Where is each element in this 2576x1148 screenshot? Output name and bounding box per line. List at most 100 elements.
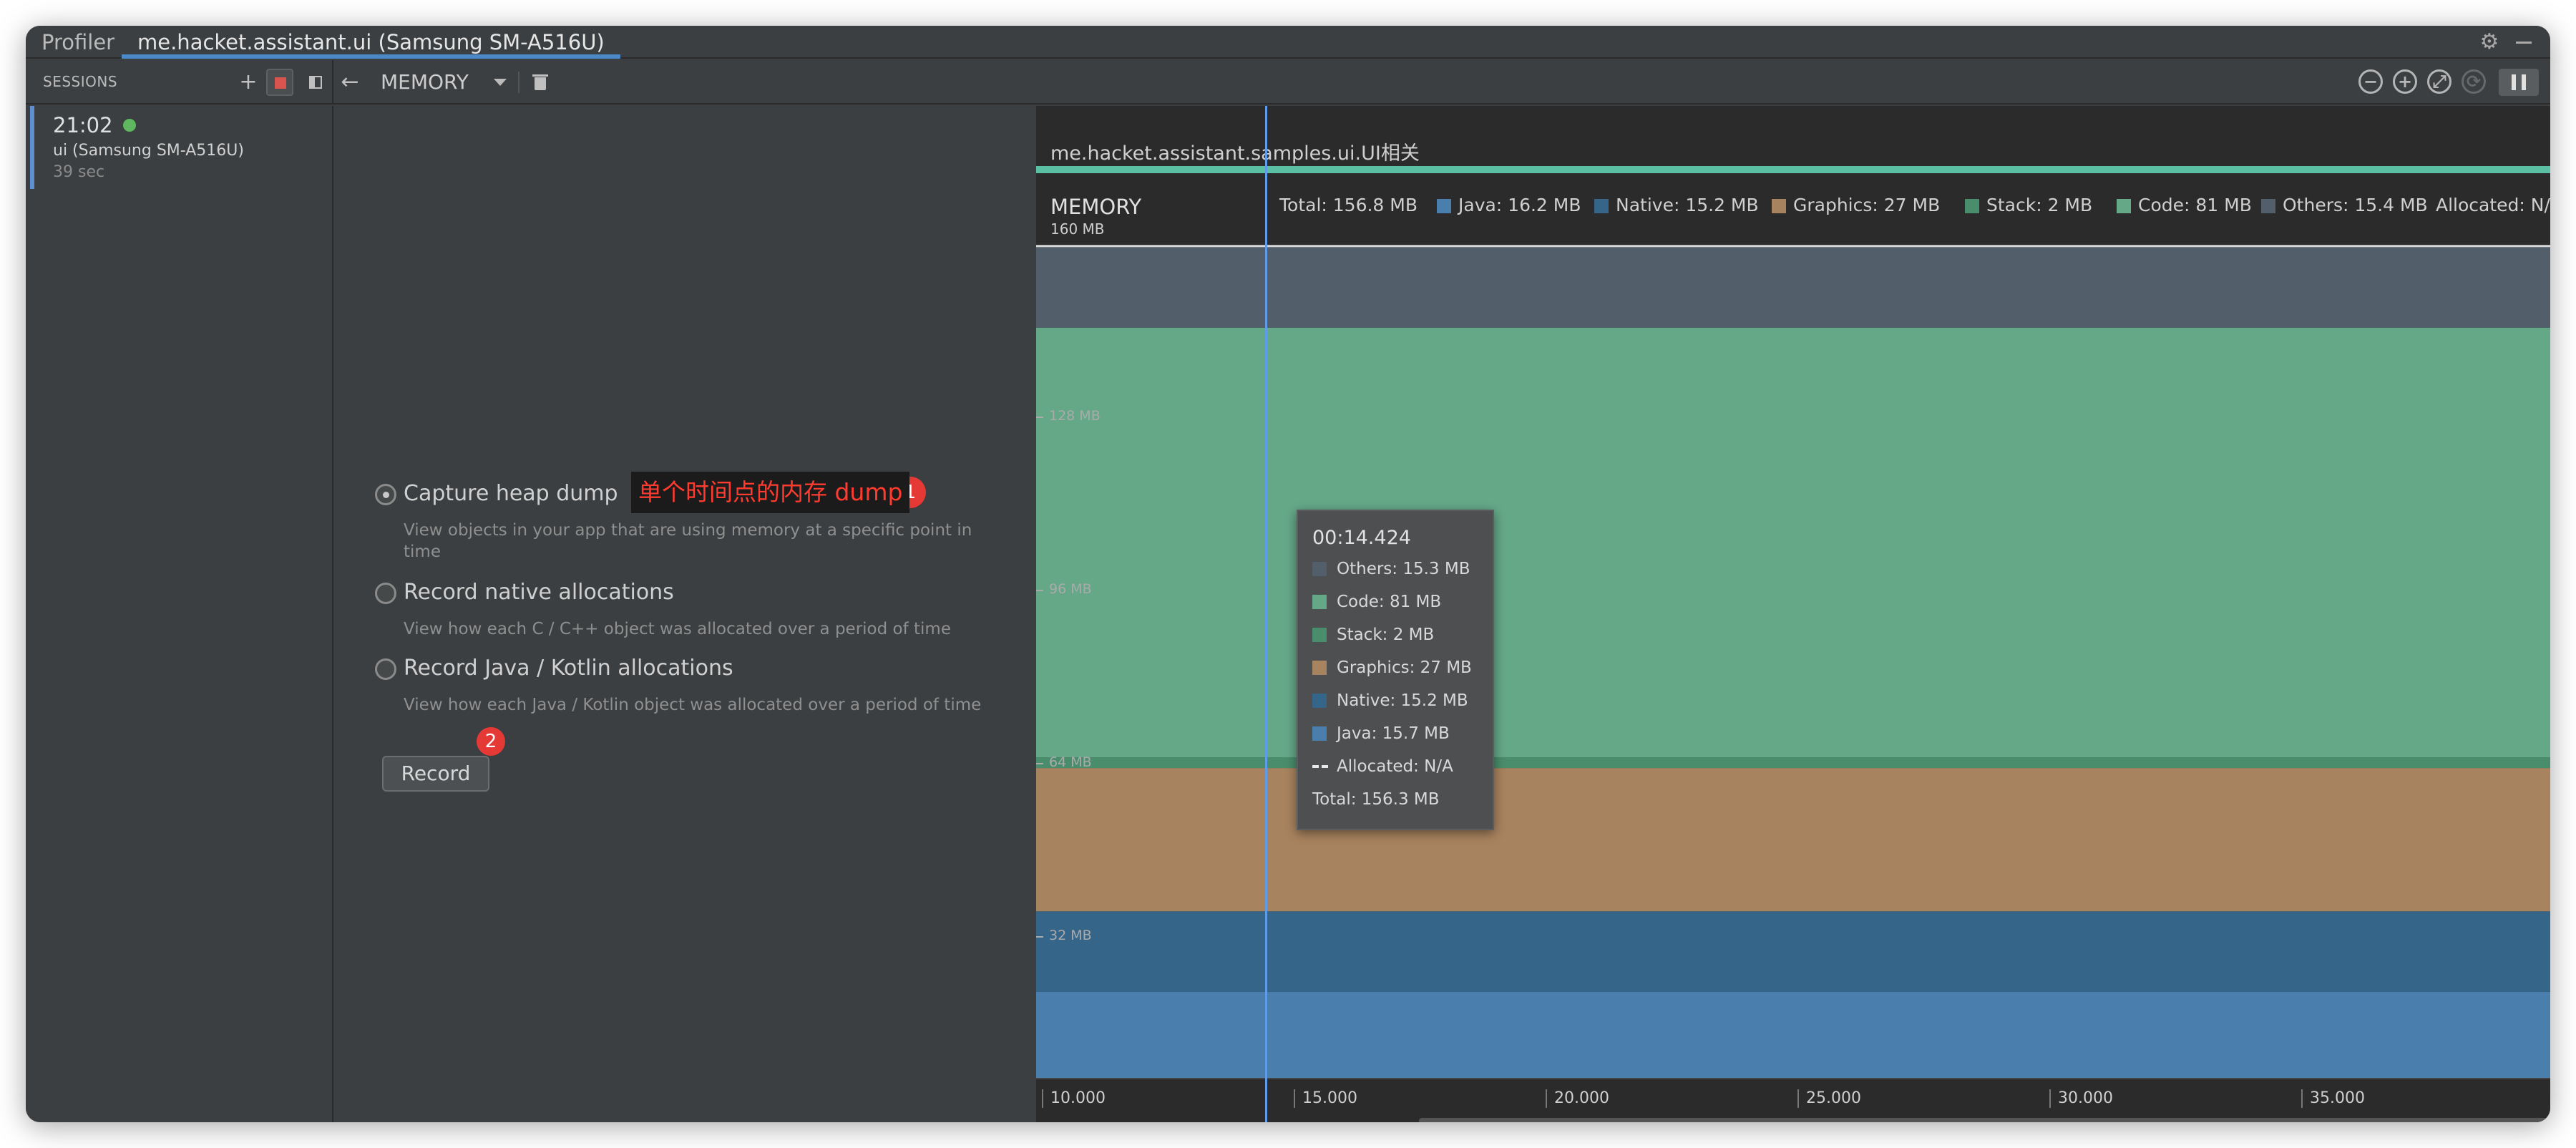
area-java [1036,991,2550,1078]
title-bar: Profiler me.hacket.assistant.ui (Samsung… [26,26,2550,59]
record-button[interactable]: Record [382,756,489,792]
stack-swatch [1312,628,1327,642]
area-stack [1036,757,2550,769]
java-swatch [1312,726,1327,741]
x-tick-label: 30.000 [2049,1089,2113,1108]
tooltip-code: Code: 81 MB [1312,593,1441,611]
option-title[interactable]: Record native allocations [404,580,674,605]
dashed-line-icon [1312,759,1328,774]
memory-chart[interactable] [1036,229,2550,1078]
session-duration: 39 sec [53,163,105,181]
activity-track [1036,166,2550,173]
minimize-icon[interactable] [2512,30,2536,54]
back-arrow-icon[interactable]: ← [336,69,364,96]
capture-heap-dump-radio[interactable] [375,484,396,505]
legend-native: Native: 15.2 MB [1594,195,1759,215]
others-swatch [1312,562,1327,576]
tooltip-code-label: Code: 81 MB [1337,593,1442,611]
toolbar: SESSIONS + ← MEMORY − + ⤢ ⟳ [26,60,2550,104]
option-desc: View how each Java / Kotlin object was a… [404,696,982,714]
memory-label: MEMORY [1050,195,1142,219]
y-tick-label: 32 MB [1036,928,1092,943]
sessions-label: SESSIONS [43,73,118,90]
toolbar-separator [518,72,519,93]
horizontal-scrollbar[interactable] [1419,1118,2550,1122]
tooltip-time: 00:14.424 [1312,527,1411,549]
record-native-allocations-radio[interactable] [375,583,396,604]
sessions-sidebar: 21:02 ui (Samsung SM-A516U) 39 sec [26,106,333,1122]
reset-zoom-icon[interactable]: ⤢ [2427,69,2451,94]
record-java-kotlin-allocations-radio[interactable] [375,658,396,680]
legend-others: Others: 15.4 MB [2261,195,2428,215]
legend-code: Code: 81 MB [2117,195,2252,215]
area-native [1036,911,2550,992]
option-desc: View how each C / C++ object was allocat… [404,620,951,638]
tooltip-allocated: Allocated: N/A [1312,757,1453,776]
monitor-select[interactable]: MEMORY [381,70,469,94]
tooltip-graphics: Graphics: 27 MB [1312,658,1472,677]
legend-allocated: Allocated: N/A [2436,195,2550,215]
legend-java: Java: 16.2 MB [1437,195,1581,215]
annotation-badge-2: 2 [477,727,505,756]
stack-swatch [1965,199,1979,213]
option-desc: View objects in your app that are using … [404,521,972,561]
y-tick-label: 64 MB [1036,754,1092,770]
x-tick-label: 25.000 [1797,1089,1861,1108]
graphics-swatch [1312,661,1327,675]
zoom-in-icon[interactable]: + [2393,69,2417,94]
tooltip-stack-label: Stack: 2 MB [1337,626,1435,644]
x-tick-label: 35.000 [2301,1089,2365,1108]
option-title[interactable]: Record Java / Kotlin allocations [404,656,733,681]
area-graphics [1036,768,2550,912]
tooltip-java: Java: 15.7 MB [1312,724,1450,743]
legend-native-label: Native: 15.2 MB [1616,195,1759,215]
x-tick-label: 10.000 [1042,1089,1106,1108]
gear-icon[interactable]: ⚙ [2477,30,2502,54]
chevron-down-icon[interactable] [494,79,507,86]
tooltip-native: Native: 15.2 MB [1312,691,1468,710]
tooltip-native-label: Native: 15.2 MB [1337,691,1468,710]
legend-stack-label: Stack: 2 MB [1986,195,2093,215]
legend-java-label: Java: 16.2 MB [1458,195,1581,215]
attach-live-icon[interactable]: ⟳ [2462,69,2486,94]
tooltip-others: Others: 15.3 MB [1312,560,1470,578]
code-swatch [1312,595,1327,609]
timeline-cursor[interactable] [1265,106,1267,1122]
session-device: ui (Samsung SM-A516U) [53,142,244,160]
legend-others-label: Others: 15.4 MB [2283,195,2428,215]
code-swatch [2117,199,2131,213]
legend-graphics-label: Graphics: 27 MB [1793,195,1941,215]
legend-total: Total: 156.8 MB [1279,195,1418,215]
y-tick-label: 128 MB [1036,408,1101,424]
add-session-icon[interactable]: + [235,69,262,96]
tooltip-others-label: Others: 15.3 MB [1337,560,1470,578]
legend-code-label: Code: 81 MB [2138,195,2252,215]
event-bar: me.hacket.assistant.samples.ui.UI相关 [1036,106,2550,175]
memory-legend: MEMORY 160 MB Total: 156.8 MB Java: 16.2… [1036,177,2550,238]
trash-icon[interactable] [527,69,554,96]
graphics-swatch [1772,199,1786,213]
tab-profiler[interactable]: Profiler [26,26,130,59]
session-time: 21:02 [53,113,113,137]
java-swatch [1437,199,1451,213]
zoom-out-icon[interactable]: − [2358,69,2383,94]
memory-timeline[interactable]: me.hacket.assistant.samples.ui.UI相关 MEMO… [1036,106,2550,1122]
tab-session[interactable]: me.hacket.assistant.ui (Samsung SM-A516U… [122,26,620,59]
tooltip-stack: Stack: 2 MB [1312,626,1434,644]
stop-session-button[interactable] [266,69,293,96]
activity-label: me.hacket.assistant.samples.ui.UI相关 [1050,142,1420,165]
toolbar-divider [332,60,333,104]
legend-graphics: Graphics: 27 MB [1772,195,1940,215]
legend-stack: Stack: 2 MB [1965,195,2092,215]
collapse-panel-icon[interactable] [302,69,329,96]
tooltip-allocated-label: Allocated: N/A [1337,757,1453,776]
annotation-label: 单个时间点的内存 dump [631,472,910,513]
native-swatch [1312,694,1327,708]
live-status-dot [123,119,136,132]
session-item[interactable]: 21:02 ui (Samsung SM-A516U) 39 sec [30,106,333,189]
tooltip-java-label: Java: 15.7 MB [1337,724,1450,743]
pause-button[interactable] [2499,69,2539,96]
tooltip-total: Total: 156.3 MB [1312,790,1440,809]
option-title[interactable]: Capture heap dump [404,481,618,506]
x-tick-label: 15.000 [1294,1089,1357,1108]
